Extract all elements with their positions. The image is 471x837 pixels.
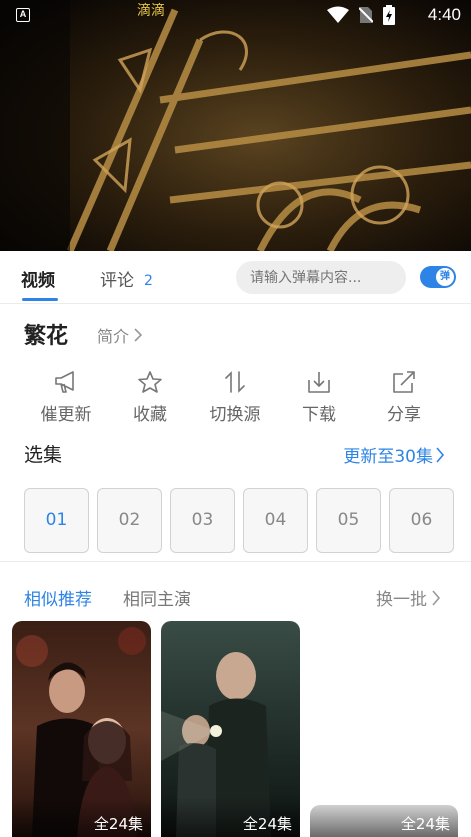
tab-video[interactable]: 视频 <box>21 266 55 291</box>
app-notification-icon: A <box>16 8 30 22</box>
intro-link[interactable]: 简介 <box>97 323 143 347</box>
poster-card[interactable]: 全24集 <box>310 805 458 837</box>
episode-count-badge: 全24集 <box>93 815 143 833</box>
poster-card[interactable]: 全24集 <box>12 621 151 837</box>
chevron-right-icon <box>432 589 441 606</box>
switch-source-icon <box>225 371 245 393</box>
episode-item[interactable]: 04 <box>243 488 308 553</box>
episode-count-badge: 全24集 <box>400 815 450 833</box>
share-button[interactable]: 分享 <box>364 370 444 425</box>
action-bar: 催更新 收藏 切换源 下载 分享 <box>0 370 471 430</box>
action-label: 切换源 <box>209 405 261 425</box>
megaphone-icon <box>55 371 74 393</box>
episode-item[interactable]: 02 <box>97 488 162 553</box>
star-icon <box>138 371 162 393</box>
urge-update-button[interactable]: 催更新 <box>26 370 106 425</box>
video-frame <box>0 0 471 251</box>
episode-item[interactable]: 06 <box>389 488 454 553</box>
episodes-update-link[interactable]: 更新至30集 <box>343 442 445 467</box>
show-title: 繁花 <box>24 324 69 349</box>
chevron-right-icon <box>134 328 143 342</box>
episode-count-badge: 全24集 <box>242 815 292 833</box>
detail-tabs: 视频 评论 2 弹 <box>0 251 471 304</box>
danmu-toggle[interactable]: 弹 <box>420 266 456 288</box>
action-label: 催更新 <box>40 405 92 425</box>
action-label: 分享 <box>387 405 421 425</box>
wifi-icon <box>327 6 349 23</box>
download-button[interactable]: 下载 <box>279 370 359 425</box>
danmu-toggle-label: 弹 <box>436 268 454 286</box>
tab-same-cast[interactable]: 相同主演 <box>123 585 191 610</box>
refresh-button[interactable]: 换一批 <box>376 585 441 610</box>
clock: 4:40 <box>427 5 461 24</box>
refresh-label: 换一批 <box>376 590 427 610</box>
download-icon <box>308 372 330 393</box>
episode-item[interactable]: 01 <box>24 488 89 553</box>
battery-charging-icon <box>383 5 395 25</box>
intro-label: 简介 <box>97 327 130 346</box>
action-label: 收藏 <box>133 405 167 425</box>
danmu-input[interactable] <box>236 261 406 294</box>
episode-item[interactable]: 05 <box>316 488 381 553</box>
episodes-header: 选集 <box>24 444 63 466</box>
switch-source-button[interactable]: 切换源 <box>195 370 275 425</box>
tab-comment[interactable]: 评论 <box>100 266 134 291</box>
status-icons <box>327 5 395 25</box>
episode-list: 01 02 03 04 05 06 <box>24 488 471 554</box>
comment-count: 2 <box>144 273 153 289</box>
tab-similar[interactable]: 相似推荐 <box>24 585 92 610</box>
no-sim-icon <box>359 7 373 23</box>
chevron-right-icon <box>436 446 445 463</box>
status-bar: A 滴滴 4:40 <box>0 0 471 32</box>
notification-title: 滴滴 <box>137 3 165 19</box>
tab-active-indicator <box>22 298 58 301</box>
episodes-update-text: 更新至30集 <box>343 447 433 467</box>
episode-item[interactable]: 03 <box>170 488 235 553</box>
action-label: 下载 <box>302 405 336 425</box>
favorite-button[interactable]: 收藏 <box>110 370 190 425</box>
poster-card[interactable]: 全24集 <box>161 621 300 837</box>
section-divider <box>0 561 471 562</box>
share-icon <box>393 371 415 393</box>
video-player[interactable]: A 滴滴 4:40 <box>0 0 471 251</box>
